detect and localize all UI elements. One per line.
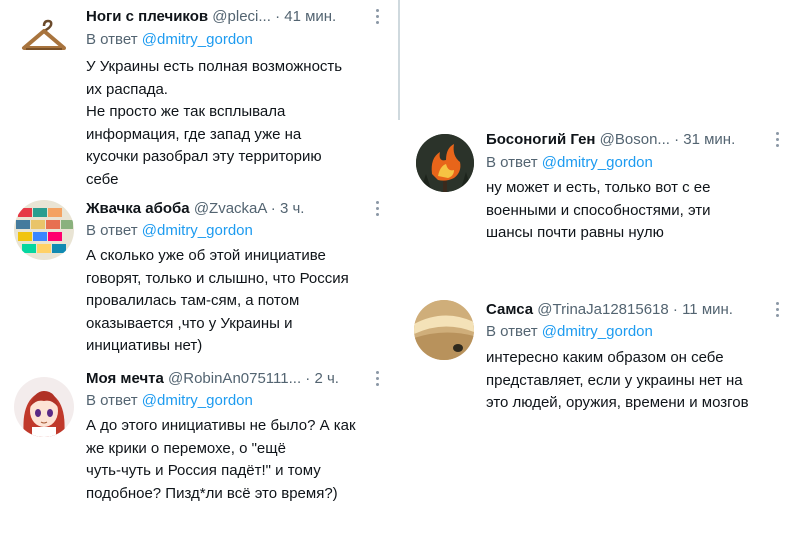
column-divider xyxy=(398,0,400,120)
anime-girl-icon xyxy=(23,391,65,437)
tweet-text: У Украины есть полная возможность их рас… xyxy=(86,58,343,188)
mention-link[interactable]: @dmitry_gordon xyxy=(142,392,253,409)
user-handle[interactable]: @RobinAn075111... xyxy=(168,370,301,387)
timestamp[interactable]: 31 мин. xyxy=(683,131,735,148)
display-name[interactable]: Ноги с плечиков xyxy=(86,8,208,25)
mention-link[interactable]: @dmitry_gordon xyxy=(542,154,653,171)
display-name[interactable]: Самса xyxy=(486,301,533,318)
tweet-header: Ноги с плечиков @pleci... · 41 мин. xyxy=(86,7,336,27)
display-name[interactable]: Босоногий Ген xyxy=(486,131,595,148)
samsa-pastry-icon xyxy=(414,300,474,360)
replying-to-label: В ответ xyxy=(86,222,138,239)
replying-to-label: В ответ xyxy=(486,154,538,171)
reply-tweet[interactable]: Самса @TrinaJa12815618 · 11 мин. В ответ… xyxy=(400,290,800,420)
replying-to-label: В ответ xyxy=(86,392,138,409)
timestamp[interactable]: 2 ч. xyxy=(314,370,339,387)
reply-tweet[interactable]: Жвачка абоба @ZvackaA · 3 ч. В ответ @dm… xyxy=(0,195,398,365)
reply-tweet[interactable]: Ноги с плечиков @pleci... · 41 мин. В от… xyxy=(0,0,398,195)
display-name[interactable]: Моя мечта xyxy=(86,370,164,387)
replying-to: В ответ @dmitry_gordon xyxy=(486,322,653,342)
gum-packs-icon xyxy=(16,208,73,253)
mention-link[interactable]: @dmitry_gordon xyxy=(542,323,653,340)
user-handle[interactable]: @pleci... xyxy=(212,8,271,25)
reply-tweet[interactable]: Босоногий Ген @Boson... · 31 мин. В отве… xyxy=(400,120,800,260)
tweet-header: Жвачка абоба @ZvackaA · 3 ч. xyxy=(86,199,304,219)
separator-dot: · xyxy=(674,131,680,148)
timestamp[interactable]: 41 мин. xyxy=(284,8,336,25)
tweet-text: А сколько уже об этой инициативе говорят… xyxy=(86,247,349,354)
more-options-icon[interactable] xyxy=(775,132,779,148)
separator-dot: · xyxy=(672,301,678,318)
replying-to: В ответ @dmitry_gordon xyxy=(486,153,653,173)
user-handle[interactable]: @TrinaJa12815618 xyxy=(537,301,668,318)
separator-dot: · xyxy=(270,200,276,217)
more-options-icon[interactable] xyxy=(775,302,779,318)
avatar[interactable] xyxy=(14,200,74,260)
more-options-icon[interactable] xyxy=(375,371,379,387)
replying-to: В ответ @dmitry_gordon xyxy=(86,30,253,50)
tweet-text: А до этого инициативы не было? А как же … xyxy=(86,417,356,502)
reply-tweet[interactable]: Моя мечта @RobinAn075111... · 2 ч. В отв… xyxy=(0,365,398,533)
more-options-icon[interactable] xyxy=(375,9,379,25)
tweet-text: ну может и есть, только вот с ее военным… xyxy=(486,179,711,241)
avatar[interactable] xyxy=(18,12,70,64)
avatar[interactable] xyxy=(14,377,74,437)
tweet-header: Босоногий Ген @Boson... · 31 мин. xyxy=(486,130,735,150)
fire-tree-icon xyxy=(416,134,474,192)
replying-to-label: В ответ xyxy=(486,323,538,340)
tweet-text: интересно каким образом он себе представ… xyxy=(486,349,749,411)
separator-dot: · xyxy=(275,8,281,25)
mention-link[interactable]: @dmitry_gordon xyxy=(142,31,253,48)
user-handle[interactable]: @ZvackaA xyxy=(194,200,267,217)
hanger-icon xyxy=(22,19,66,50)
avatar[interactable] xyxy=(416,134,474,192)
replying-to: В ответ @dmitry_gordon xyxy=(86,221,253,241)
mention-link[interactable]: @dmitry_gordon xyxy=(142,222,253,239)
tweet-header: Моя мечта @RobinAn075111... · 2 ч. xyxy=(86,369,339,389)
separator-dot: · xyxy=(305,370,311,387)
tweet-header: Самса @TrinaJa12815618 · 11 мин. xyxy=(486,300,733,320)
timestamp[interactable]: 3 ч. xyxy=(280,200,305,217)
timestamp[interactable]: 11 мин. xyxy=(682,301,733,318)
display-name[interactable]: Жвачка абоба xyxy=(86,200,190,217)
replying-to-label: В ответ xyxy=(86,31,138,48)
replying-to: В ответ @dmitry_gordon xyxy=(86,391,253,411)
user-handle[interactable]: @Boson... xyxy=(600,131,670,148)
avatar[interactable] xyxy=(414,300,474,360)
more-options-icon[interactable] xyxy=(375,201,379,217)
